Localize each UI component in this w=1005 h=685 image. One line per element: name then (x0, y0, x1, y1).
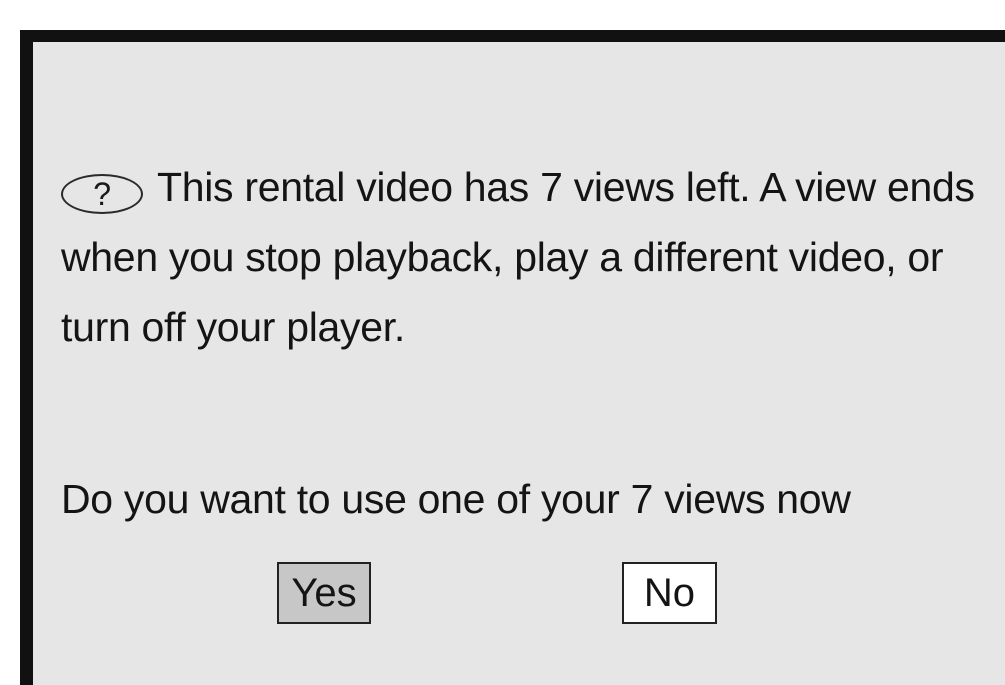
dialog-question: Do you want to use one of your 7 views n… (61, 476, 851, 522)
screen: ? This rental video has 7 views left. A v… (0, 0, 1005, 685)
rental-confirmation-dialog: ? This rental video has 7 views left. A v… (20, 30, 1005, 685)
dialog-message-block: ? This rental video has 7 views left. A v… (61, 152, 991, 362)
no-button[interactable]: No (622, 562, 717, 624)
question-icon: ? (61, 174, 143, 214)
dialog-message: This rental video has 7 views left. A vi… (61, 164, 975, 350)
yes-button[interactable]: Yes (277, 562, 371, 624)
